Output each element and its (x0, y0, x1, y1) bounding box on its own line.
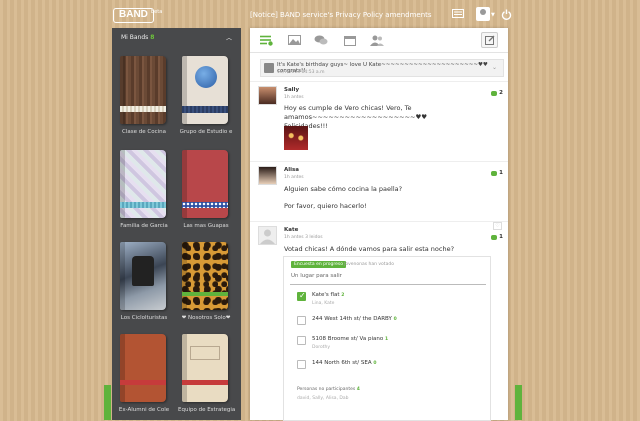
band-label: Los Ciclolturistas (120, 315, 168, 321)
non-participants: Personas no participantes 4 (297, 387, 360, 392)
band-logo[interactable]: BAND (113, 8, 154, 23)
message-icon[interactable] (451, 8, 465, 21)
post-time: 1h antes (284, 95, 304, 100)
comment-count[interactable]: 2 (491, 90, 503, 96)
post-time: 1h antes 3 leidos (284, 235, 323, 240)
profile-avatar[interactable] (476, 7, 490, 21)
bands-panel: Mi Bands 8 ︿ Clase de Cocina Grupo de Es… (112, 28, 241, 420)
band-item[interactable]: Familia de Garcia (116, 150, 172, 229)
option-count: 1 (384, 337, 389, 342)
band-item[interactable]: Los Ciclolturistas (116, 242, 172, 321)
beta-badge: beta (151, 9, 163, 15)
pinned-notice[interactable]: It's Kate's birthday guys~ love U Kate~~… (260, 59, 504, 77)
right-scroll-handle[interactable] (515, 385, 522, 420)
option-count: 0 (373, 361, 377, 366)
chevron-down-icon[interactable]: ⌄ (492, 64, 497, 71)
post-line: Felicidades!!! (284, 122, 508, 131)
band-cover (120, 150, 166, 218)
post: Sally 1h antes 2 Hoy es cumple de Vero c… (250, 81, 508, 161)
comment-icon (491, 90, 498, 96)
collapse-icon[interactable]: ︿ (226, 33, 232, 42)
band-item[interactable]: Equipo de Estrategia (178, 334, 236, 413)
post-line: Por favor, quiero hacerlo! (284, 202, 367, 210)
list-icon[interactable] (259, 34, 273, 46)
band-cover (120, 242, 166, 310)
calendar-icon[interactable] (343, 34, 357, 46)
poll-checkbox[interactable] (297, 360, 306, 369)
option-count: 2 (341, 293, 345, 298)
band-cover (182, 150, 228, 218)
members-icon[interactable] (370, 34, 384, 46)
option-label: 244 West 14th st/ the DARBY (312, 316, 392, 322)
feed-tabs (250, 28, 508, 53)
band-label: Clase de Cocina (122, 129, 166, 135)
top-bar: BAND beta [Notice] BAND service's Privac… (0, 0, 640, 30)
option-voters: Lina, Kate (312, 301, 335, 306)
post-time: 1h antes (284, 175, 304, 180)
chevron-down-icon[interactable]: ▼ (491, 12, 495, 18)
chat-icon[interactable] (314, 34, 328, 46)
comment-icon (491, 234, 498, 240)
poll-checkbox[interactable] (297, 291, 306, 301)
bands-count: 8 (150, 33, 155, 41)
post: Alisa 1h antes 1 Alguien sabe cómo cocin… (250, 161, 508, 221)
option-label: 144 North 6th st/ SEA (312, 360, 372, 366)
post-body: Votad chicas! A dónde vamos para salir e… (284, 245, 454, 254)
post-body: Alguien sabe cómo cocina la paella? Por … (284, 185, 402, 211)
pencil-icon (484, 35, 494, 45)
post-author[interactable]: Alisa (284, 167, 299, 173)
option-label: Kate's flat (312, 292, 340, 298)
band-label: Grupo de Estudio e (179, 129, 233, 135)
band-item[interactable]: Grupo de Estudio e (178, 56, 234, 135)
non-participants-names: david, Sally, Alisa, Dab (297, 396, 349, 401)
avatar[interactable] (258, 166, 277, 185)
band-item[interactable]: ❤ Nosotros Solo❤ (178, 242, 234, 321)
band-cover (120, 334, 166, 402)
photo-icon[interactable] (287, 34, 301, 46)
pinned-time: 10/7/2013 04:53 a.m (277, 70, 325, 75)
comment-icon (491, 170, 498, 176)
band-cover (120, 56, 166, 124)
post-line: Alguien sabe cómo cocina la paella? (284, 185, 403, 193)
poll-checkbox[interactable] (297, 336, 306, 345)
avatar[interactable] (258, 226, 277, 245)
band-cover (182, 334, 228, 402)
notice-link[interactable]: [Notice] BAND service's Privacy Policy a… (250, 11, 432, 19)
post-author[interactable]: Kate (284, 227, 298, 233)
feed-panel: It's Kate's birthday guys~ love U Kate~~… (250, 28, 508, 421)
band-label: Familia de Garcia (120, 223, 168, 229)
post-line: Votad chicas! A dónde vamos para salir e… (284, 245, 455, 253)
power-icon[interactable] (499, 8, 513, 21)
option-count: 0 (393, 317, 397, 322)
option-label: 5108 Broome st/ Va piano (312, 336, 384, 342)
avatar[interactable] (258, 86, 277, 105)
option-voters: Dorothy (312, 345, 331, 350)
pin-icon (264, 63, 274, 73)
poll-status-badge: Encuesta en progreso (291, 261, 346, 268)
post-line: Hoy es cumple de Vero chicas! Vero, Te a… (284, 104, 428, 121)
bands-title: Mi Bands (121, 33, 149, 41)
poll-question: Un lugar para salir (291, 273, 342, 279)
poll-voted-text: Jovenonas han votado (344, 262, 394, 267)
band-label: Ex-Alumni de Cole (118, 407, 170, 413)
band-label: Las mas Guapas (183, 223, 229, 229)
band-cover (182, 56, 228, 124)
band-item[interactable]: Clase de Cocina (116, 56, 172, 135)
post-body: Hoy es cumple de Vero chicas! Vero, Te a… (284, 104, 508, 131)
poll: Encuesta en progreso Jovenonas han votad… (283, 256, 491, 421)
heart-icon[interactable]: ♡ (493, 222, 502, 230)
poll-checkbox[interactable] (297, 316, 306, 325)
comment-count[interactable]: 1 (491, 170, 503, 176)
band-label: ❤ Nosotros Solo❤ (181, 315, 231, 321)
bands-header: Mi Bands 8 ︿ (112, 28, 241, 46)
band-item[interactable]: Ex-Alumni de Cole (116, 334, 172, 413)
post-author[interactable]: Sally (284, 87, 299, 93)
post-photo[interactable] (284, 126, 308, 150)
write-post-button[interactable] (481, 32, 498, 48)
left-scroll-handle[interactable] (104, 385, 111, 420)
comment-count[interactable]: 1 (491, 234, 503, 240)
band-item[interactable]: Las mas Guapas (178, 150, 234, 229)
band-label: Equipo de Estrategia (178, 407, 236, 413)
band-cover (182, 242, 228, 310)
